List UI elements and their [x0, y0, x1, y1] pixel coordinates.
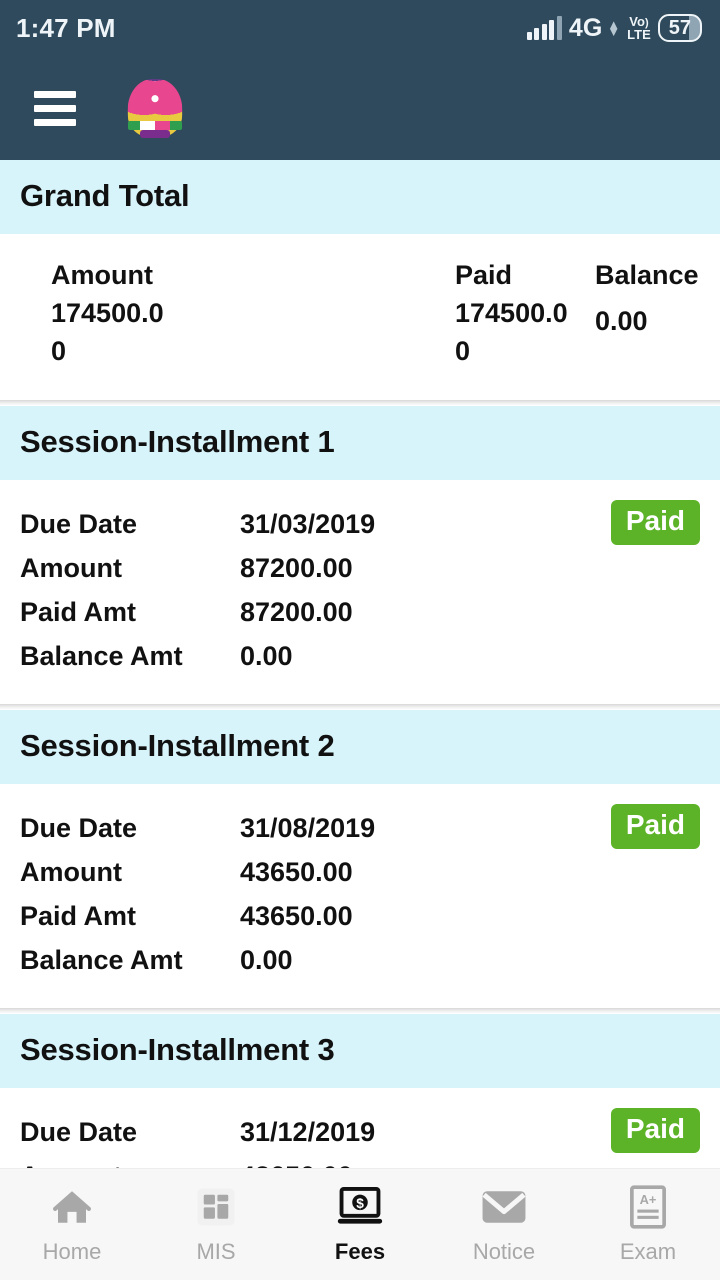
amount-label: Amount	[20, 553, 122, 583]
grand-total-paid-column: Paid 174500.00	[455, 256, 595, 370]
nav-label-exam: Exam	[619, 1239, 677, 1264]
nav-item-mis[interactable]: MIS	[144, 1184, 288, 1265]
installment-body: Paid Due Date 31/12/2019 Amount 43650.00…	[0, 1088, 720, 1168]
svg-text:$: $	[356, 1196, 364, 1211]
due-date-label: Due Date	[20, 813, 138, 843]
grand-total-header: Grand Total	[0, 160, 720, 234]
envelope-icon	[481, 1184, 527, 1230]
installment-row: Amount 43650.00	[20, 850, 720, 894]
installment-header: Session-Installment 3	[0, 1014, 720, 1088]
installment-title: Session-Installment 2	[20, 728, 335, 763]
grand-total-balance-column: Balance 0.00	[595, 256, 699, 370]
nav-label-fees: Fees	[334, 1239, 386, 1264]
status-indicators: 4G ▲ ▼ Vo) LTE 57	[526, 13, 702, 43]
grand-total-card: Grand Total Amount 174500.00 Paid 174500…	[0, 160, 720, 400]
nav-item-home[interactable]: Home	[0, 1184, 144, 1265]
status-clock: 1:47 PM	[16, 12, 116, 43]
volte-bottom-label: LTE	[627, 26, 651, 42]
paid-amt-label: Paid Amt	[20, 597, 137, 627]
installment-body: Paid Due Date 31/08/2019 Amount 43650.00…	[0, 784, 720, 1008]
app-bar	[0, 56, 720, 160]
nav-item-exam[interactable]: A+ Exam	[576, 1184, 720, 1265]
battery-indicator: 57	[657, 14, 702, 42]
data-transfer-icon: ▲ ▼	[607, 17, 621, 39]
signal-bars-icon	[526, 16, 562, 40]
nav-label-home: Home	[42, 1239, 102, 1264]
nav-label-notice: Notice	[472, 1239, 536, 1264]
status-badge: Paid	[610, 1108, 700, 1153]
status-badge: Paid	[610, 500, 700, 545]
installment-row: Paid Amt 43650.00	[20, 894, 720, 938]
due-date-value: 31/03/2019	[240, 509, 376, 539]
installment-row: Balance Amt 0.00	[20, 634, 720, 678]
installment-row: Balance Amt 0.00	[20, 938, 720, 982]
nav-item-fees[interactable]: $ Fees	[288, 1184, 432, 1265]
hamburger-bar	[34, 90, 76, 98]
amount-value: 43650.00	[240, 1154, 353, 1168]
grand-total-balance-value: 0.00	[595, 306, 648, 336]
grade-report-icon: A+	[628, 1184, 668, 1230]
installment-card: Session-Installment 1 Paid Due Date 31/0…	[0, 406, 720, 704]
bottom-navigation-bar: Home MIS $ Fees Notice A+ Exam	[0, 1168, 720, 1280]
due-date-label: Due Date	[20, 509, 138, 539]
grand-total-paid-value: 174500.00	[455, 298, 568, 366]
paid-amt-value: 43650.00	[240, 901, 353, 931]
installment-header: Session-Installment 1	[0, 406, 720, 480]
installment-header: Session-Installment 2	[0, 710, 720, 784]
balance-amt-label: Balance Amt	[20, 641, 183, 671]
balance-amt-value: 0.00	[240, 945, 293, 975]
due-date-value: 31/12/2019	[240, 1117, 376, 1147]
installment-title: Session-Installment 1	[20, 424, 335, 459]
grand-total-amount-value: 174500.00	[51, 298, 164, 366]
amount-value: 87200.00	[240, 553, 353, 583]
installment-card: Session-Installment 2 Paid Due Date 31/0…	[0, 710, 720, 1008]
installment-body: Paid Due Date 31/03/2019 Amount 87200.00…	[0, 480, 720, 704]
school-crest-logo	[126, 77, 184, 139]
grand-total-balance-label: Balance	[595, 260, 699, 290]
paid-amt-label: Paid Amt	[20, 901, 137, 931]
amount-label: Amount	[20, 1154, 240, 1168]
fees-content-scroll[interactable]: Grand Total Amount 174500.00 Paid 174500…	[0, 160, 720, 1168]
crest-base	[140, 130, 170, 138]
grand-total-title: Grand Total	[20, 178, 190, 213]
home-icon	[50, 1184, 94, 1230]
status-bar: 1:47 PM 4G ▲ ▼ Vo) LTE 57	[0, 0, 720, 56]
installment-title: Session-Installment 3	[20, 1032, 335, 1067]
amount-label: Amount	[20, 857, 122, 887]
paid-amt-value: 87200.00	[240, 597, 353, 627]
hamburger-bar	[34, 104, 76, 112]
volte-icon: Vo) LTE	[627, 13, 651, 42]
nav-item-notice[interactable]: Notice	[432, 1184, 576, 1265]
balance-amt-value: 0.00	[240, 641, 293, 671]
installment-row: Amount 43650.00	[20, 1154, 720, 1168]
dashboard-grid-icon	[194, 1184, 238, 1230]
grand-total-amount-label: Amount	[51, 260, 153, 290]
hamburger-bar	[34, 118, 76, 126]
due-date-value: 31/08/2019	[240, 813, 376, 843]
laptop-money-icon: $	[336, 1184, 384, 1230]
balance-amt-label: Balance Amt	[20, 945, 183, 975]
nav-label-mis: MIS	[196, 1239, 236, 1264]
grand-total-amount-column: Amount 174500.00	[0, 256, 455, 370]
svg-text:A+: A+	[640, 1192, 657, 1207]
network-type-label: 4G	[568, 13, 603, 42]
installment-row: Paid Amt 87200.00	[20, 590, 720, 634]
installment-card: Session-Installment 3 Paid Due Date 31/1…	[0, 1014, 720, 1168]
amount-value: 43650.00	[240, 857, 353, 887]
status-badge: Paid	[610, 804, 700, 849]
hamburger-menu-icon[interactable]	[34, 90, 76, 126]
due-date-label: Due Date	[20, 1117, 138, 1147]
grand-total-body: Amount 174500.00 Paid 174500.00 Balance …	[0, 234, 720, 400]
crest-ribbon	[128, 121, 182, 130]
grand-total-paid-label: Paid	[455, 260, 513, 290]
installment-row: Amount 87200.00	[20, 546, 720, 590]
